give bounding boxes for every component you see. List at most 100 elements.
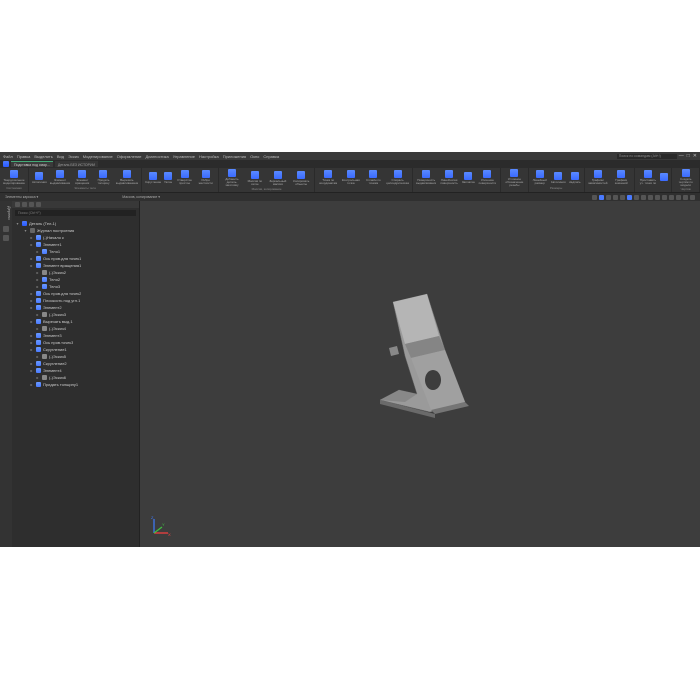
menu-applications[interactable]: Приложения — [223, 154, 246, 159]
menu-manage[interactable]: Управление — [173, 154, 195, 159]
menu-sketch[interactable]: Эскиз — [68, 154, 79, 159]
tree-item[interactable]: ▸Скругление1 — [15, 346, 136, 353]
expand-icon[interactable]: ▸ — [35, 375, 40, 380]
tree-item[interactable]: ▸(-)Эскиз5 — [15, 353, 136, 360]
tree-item[interactable]: ▸Скругление2 — [15, 360, 136, 367]
feature-tree[interactable]: ▾ Деталь (Тел-1) ▾ Журнал построения ▸(-… — [12, 218, 139, 390]
expand-icon[interactable]: ▸ — [35, 354, 40, 359]
tree-item[interactable]: ▸Элемент4 — [15, 367, 136, 374]
menu-settings[interactable]: Настройка — [199, 154, 219, 159]
tree-item[interactable]: ▸Придать толщину1 — [15, 381, 136, 388]
tree-root[interactable]: ▾ Деталь (Тел-1) — [15, 220, 136, 227]
ribbon-button[interactable]: Графики зависимостей — [587, 169, 609, 186]
expand-icon[interactable]: ▸ — [35, 312, 40, 317]
ribbon-button[interactable]: Элемент выдавливания — [49, 169, 71, 186]
ribbon-button[interactable]: Создать чертёж по модели — [674, 169, 697, 187]
minimize-button[interactable]: — — [679, 153, 684, 159]
ribbon-button[interactable]: Точка по координатам — [317, 169, 339, 186]
tree-tool-icon[interactable] — [15, 202, 20, 207]
expand-icon[interactable]: ▸ — [29, 298, 34, 303]
view-tool-icon[interactable] — [648, 195, 653, 200]
tree-item[interactable]: ▸Элемент вращения1 — [15, 262, 136, 269]
tree-item[interactable]: ▸Тело3 — [15, 283, 136, 290]
view-tool-icon[interactable] — [690, 195, 695, 200]
expand-icon[interactable]: ▸ — [29, 263, 34, 268]
view-tool-icon[interactable] — [641, 195, 646, 200]
expand-icon[interactable]: ▸ — [29, 333, 34, 338]
menu-modeling[interactable]: Моделирование — [83, 154, 113, 159]
expand-icon[interactable]: ▾ — [23, 228, 28, 233]
ribbon-button[interactable]: Уклон — [163, 169, 173, 186]
view-tool-icon[interactable] — [662, 195, 667, 200]
ribbon-button[interactable]: Усечение поверхности — [477, 169, 498, 186]
tree-item[interactable]: ▸Плоскость под угл.1 — [15, 297, 136, 304]
menu-select[interactable]: Выделить — [34, 154, 52, 159]
tree-history[interactable]: ▾ Журнал построения — [15, 227, 136, 234]
tree-item[interactable]: ▸Ось пров.точек3 — [15, 339, 136, 346]
view-tool-icon[interactable] — [655, 195, 660, 200]
tree-item[interactable]: ▸Тело1 — [15, 248, 136, 255]
ribbon-button[interactable]: Отверстие простое — [174, 169, 194, 186]
ribbon-button[interactable]: Сплайн по точкам — [363, 169, 385, 186]
expand-icon[interactable]: ▸ — [29, 319, 34, 324]
ribbon-button[interactable]: Заплатка — [461, 169, 476, 186]
view-tool-icon[interactable] — [669, 195, 674, 200]
menu-view[interactable]: Вид — [57, 154, 64, 159]
ribbon-button[interactable]: Элемент вращения — [72, 169, 92, 186]
tree-item[interactable]: ▸Ось пров.для точек1 — [15, 255, 136, 262]
expand-icon[interactable]: ▸ — [35, 270, 40, 275]
view-tool-icon[interactable] — [599, 195, 604, 200]
view-tool-icon[interactable] — [676, 195, 681, 200]
expand-icon[interactable]: ▸ — [29, 340, 34, 345]
ribbon-button[interactable]: Контрольная точка — [340, 169, 362, 186]
tree-item[interactable]: ▸(-)Эскиз2 — [15, 269, 136, 276]
expand-icon[interactable]: ▸ — [35, 249, 40, 254]
tab-inactive[interactable]: Деталь БЕЗ ИСТОРИИ — [55, 161, 98, 167]
expand-icon[interactable]: ▸ — [29, 368, 34, 373]
ribbon-button[interactable]: Графики значений — [610, 169, 632, 186]
view-tool-icon[interactable] — [613, 195, 618, 200]
expand-icon[interactable]: ▸ — [29, 235, 34, 240]
tree-tool-icon[interactable] — [36, 202, 41, 207]
tree-item[interactable]: ▸Элемент3 — [15, 332, 136, 339]
ribbon-button[interactable]: Линейный размер — [531, 169, 549, 186]
ribbon-button[interactable]: Условное обозначение резьбы — [503, 169, 526, 187]
subtoolbar-left-dropdown[interactable]: Элементы каркаса ▾ — [5, 195, 38, 199]
tree-item[interactable]: ▸(-)Начало к — [15, 234, 136, 241]
tree-item[interactable]: ▸(-)Эскиз4 — [15, 325, 136, 332]
view-tool-icon[interactable] — [627, 195, 632, 200]
menu-window[interactable]: Окно — [250, 154, 259, 159]
ribbon-button[interactable]: Скругление — [144, 169, 162, 186]
tree-item[interactable]: ▸Элемент1 — [15, 241, 136, 248]
command-search-input[interactable]: Поиск по командам (Alt+/) — [617, 154, 677, 159]
view-tool-icon[interactable] — [683, 195, 688, 200]
tree-tool-icon[interactable] — [22, 202, 27, 207]
ribbon-button[interactable]: Придать толщину — [93, 169, 113, 186]
menu-file[interactable]: Файл — [3, 154, 13, 159]
ribbon-button[interactable]: Вырезать выдавливанием — [115, 169, 139, 186]
tree-search-input[interactable]: Поиск (Ctrl+F) — [15, 210, 136, 216]
ribbon-button[interactable]: Автопиния — [31, 169, 48, 186]
ribbon-button[interactable]: Поверхность выдавливания — [415, 169, 437, 186]
ribbon-button[interactable]: Автолиния — [550, 169, 567, 186]
menu-edit[interactable]: Правка — [17, 154, 31, 159]
tree-item[interactable]: ▸(-)Эскиз3 — [15, 311, 136, 318]
menu-diagnostics[interactable]: Диагностика — [146, 154, 169, 159]
subtoolbar-right-dropdown[interactable]: Массив, копирование ▾ — [122, 195, 160, 199]
expand-icon[interactable]: ▾ — [15, 221, 20, 226]
ribbon-button[interactable]: Надпись — [568, 169, 582, 186]
tree-item[interactable]: ▸(-)Эскиз6 — [15, 374, 136, 381]
side-icon[interactable] — [3, 226, 9, 232]
maximize-button[interactable]: □ — [687, 153, 690, 159]
menu-help[interactable]: Справка — [263, 154, 279, 159]
tree-tool-icon[interactable] — [29, 202, 34, 207]
side-icon[interactable] — [3, 235, 9, 241]
expand-icon[interactable]: ▸ — [35, 277, 40, 282]
ribbon-button[interactable]: Зеркальный массив — [267, 169, 289, 187]
expand-icon[interactable]: ▸ — [29, 305, 34, 310]
close-button[interactable]: ✕ — [693, 153, 697, 159]
view-tool-icon[interactable] — [620, 195, 625, 200]
tree-item[interactable]: ▸Элемент2 — [15, 304, 136, 311]
ribbon-button[interactable]: Спираль цилиндрическая — [385, 169, 410, 186]
expand-icon[interactable]: ▸ — [29, 242, 34, 247]
